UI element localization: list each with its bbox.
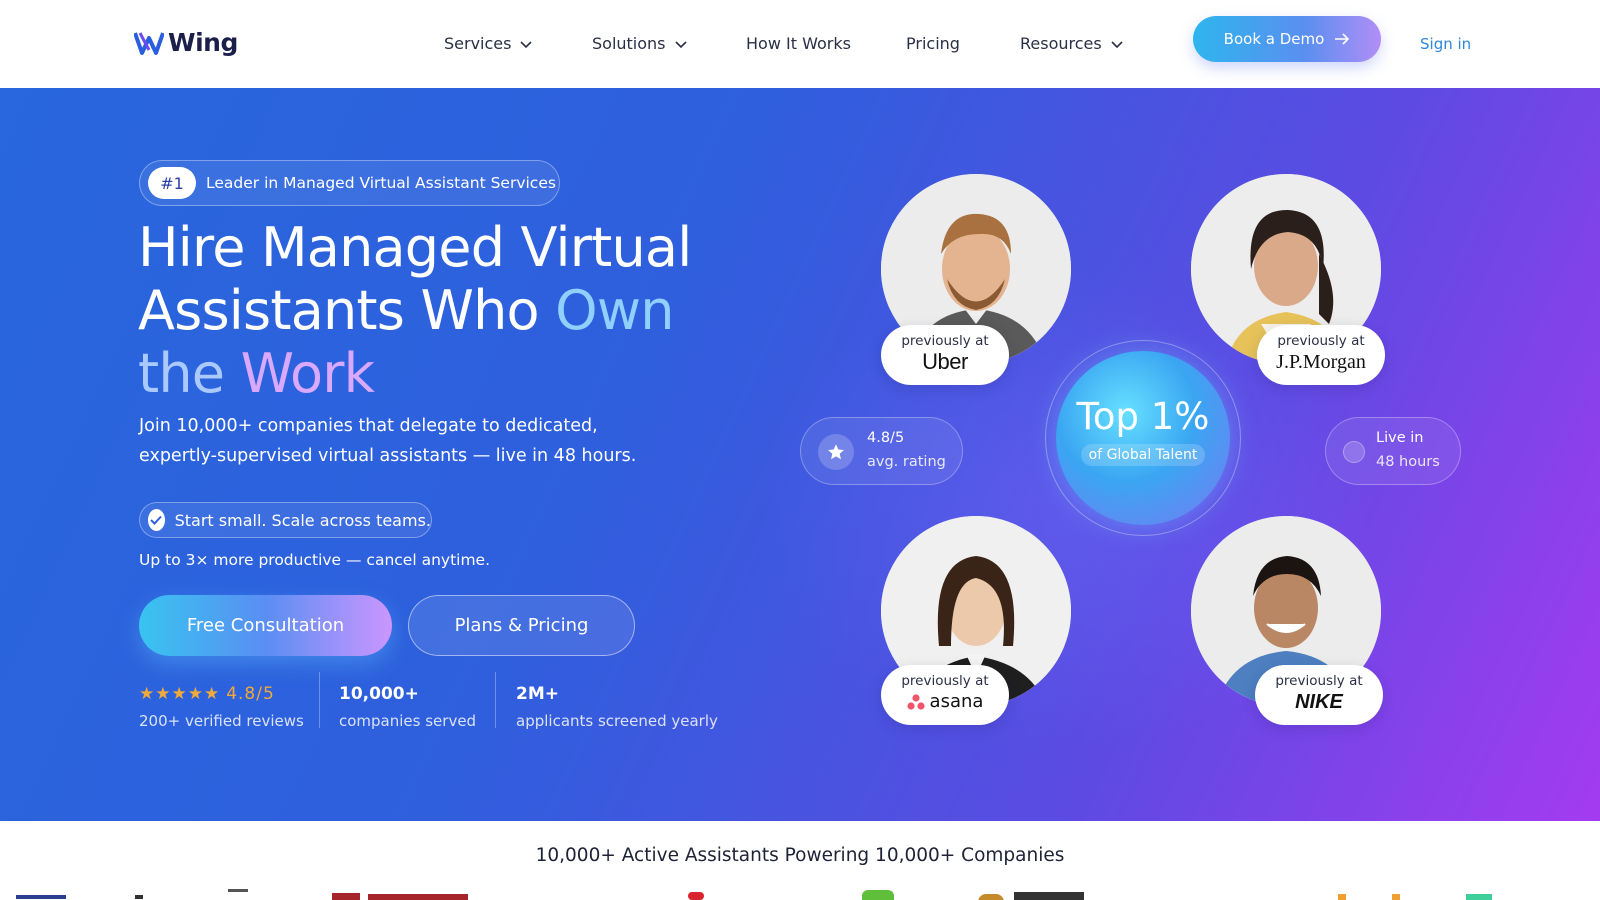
previously-at-label: previously at <box>901 673 989 689</box>
top-navigation: Wing Services Solutions How It Works Pri… <box>0 0 1600 88</box>
nav-pricing[interactable]: Pricing <box>906 34 960 53</box>
asana-logo: asana <box>881 691 1009 713</box>
stat-applicants-value: 2M+ <box>516 684 559 704</box>
stat-applicants-label: applicants screened yearly <box>516 712 718 730</box>
live-chip-title: Live in <box>1376 430 1424 446</box>
badge-text: Leader in Managed Virtual Assistant Serv… <box>206 174 556 192</box>
subtitle-line-1: Join 10,000+ companies that delegate to … <box>139 416 598 436</box>
previously-at-jpmorgan: previously at J.P.Morgan <box>1257 325 1385 385</box>
uber-logo: Uber <box>922 349 968 374</box>
chevron-down-icon <box>674 40 687 48</box>
headline-line-3: the Work <box>138 342 758 405</box>
stat-divider <box>319 672 320 728</box>
nav-services-label: Services <box>444 34 512 53</box>
customer-logo <box>862 890 894 900</box>
top-talent-badge: Top 1% of Global Talent <box>1056 351 1230 525</box>
customer-logo <box>228 889 248 892</box>
nav-services[interactable]: Services <box>444 34 533 53</box>
nav-how-it-works-label: How It Works <box>746 34 851 53</box>
nav-resources-label: Resources <box>1020 34 1102 53</box>
free-consultation-button[interactable]: Free Consultation <box>139 595 392 656</box>
live-chip: Live in 48 hours <box>1325 417 1461 485</box>
rating-chip-value: 4.8/5 <box>867 430 905 446</box>
customer-logo <box>1014 892 1084 900</box>
star-icon <box>818 434 854 470</box>
customer-logo <box>978 894 1004 900</box>
headline-line-2: Assistants Who Own <box>138 279 758 342</box>
previously-at-uber: previously at Uber <box>881 325 1009 385</box>
asana-dots-icon <box>906 694 925 710</box>
stat-companies: 10,000+ companies served <box>339 684 476 730</box>
customer-logo-row <box>0 887 1600 900</box>
previously-at-asana: previously at asana <box>881 665 1009 725</box>
previously-at-label: previously at <box>901 333 989 349</box>
stat-applicants: 2M+ applicants screened yearly <box>516 684 718 730</box>
hero-stats: ★★★★★ 4.8/5 200+ verified reviews 10,000+… <box>139 672 739 738</box>
jpmorgan-logo: J.P.Morgan <box>1276 351 1366 373</box>
arrow-right-icon <box>1335 33 1350 45</box>
productivity-note: Up to 3× more productive — cancel anytim… <box>139 551 491 569</box>
previously-at-label: previously at <box>1275 673 1363 689</box>
stat-rating: ★★★★★ 4.8/5 200+ verified reviews <box>139 684 304 730</box>
hero-section: #1 Leader in Managed Virtual Assistant S… <box>0 88 1600 821</box>
live-chip-value: 48 hours <box>1376 454 1440 470</box>
customer-logo <box>1392 894 1400 900</box>
subtitle-line-2: expertly-supervised virtual assistants —… <box>139 446 637 466</box>
stat-rating-label: 200+ verified reviews <box>139 712 304 730</box>
headline-work: Work <box>240 342 375 405</box>
top-talent-subtitle: of Global Talent <box>1080 444 1206 466</box>
rating-chip: 4.8/5 avg. rating <box>800 417 963 485</box>
customer-logo <box>332 893 360 900</box>
top-talent-title: Top 1% <box>1076 395 1210 438</box>
headline-own: Own <box>555 279 674 342</box>
plans-pricing-button[interactable]: Plans & Pricing <box>408 595 635 656</box>
rating-chip-label: avg. rating <box>867 454 946 470</box>
stat-companies-value: 10,000+ <box>339 684 419 704</box>
headline-the: the <box>138 342 225 405</box>
nav-solutions-label: Solutions <box>592 34 666 53</box>
chevron-down-icon <box>520 40 533 48</box>
scale-text: Start small. Scale across teams. <box>174 510 431 530</box>
book-demo-button[interactable]: Book a Demo <box>1193 16 1381 62</box>
asana-wordmark: asana <box>929 691 984 712</box>
stat-rating-value: ★★★★★ 4.8/5 <box>139 684 304 704</box>
star-rating-icons: ★★★★★ <box>139 684 221 704</box>
customer-logo <box>1338 894 1346 900</box>
nike-logo: NIKE <box>1295 691 1343 713</box>
chevron-down-icon <box>1111 40 1123 48</box>
previously-at-label: previously at <box>1277 333 1365 349</box>
book-demo-label: Book a Demo <box>1223 30 1325 48</box>
customer-logo <box>135 895 143 899</box>
hero-headline: Hire Managed Virtual Assistants Who Own … <box>138 216 758 405</box>
nav-pricing-label: Pricing <box>906 34 960 53</box>
headline-assistants-who: Assistants Who <box>138 279 540 342</box>
previously-at-nike: previously at NIKE <box>1255 665 1383 725</box>
customer-logos-section: 10,000+ Active Assistants Powering 10,00… <box>0 821 1600 900</box>
nav-how-it-works[interactable]: How It Works <box>746 34 851 53</box>
hero-subtitle: Join 10,000+ companies that delegate to … <box>139 411 659 471</box>
check-icon <box>148 509 165 531</box>
scale-pill: Start small. Scale across teams. <box>139 502 432 538</box>
customer-logo <box>688 892 704 900</box>
leader-badge: #1 Leader in Managed Virtual Assistant S… <box>139 160 560 206</box>
customer-logo <box>1466 894 1492 900</box>
customer-logos-title: 10,000+ Active Assistants Powering 10,00… <box>535 845 1065 866</box>
stat-divider <box>495 672 496 728</box>
stat-companies-label: companies served <box>339 712 477 730</box>
headline-line-1: Hire Managed Virtual <box>138 216 692 279</box>
nav-solutions[interactable]: Solutions <box>592 34 688 53</box>
sign-in-link[interactable]: Sign in <box>1420 35 1471 53</box>
nav-resources[interactable]: Resources <box>1020 34 1124 53</box>
customer-logo <box>368 894 468 900</box>
customer-logo <box>16 895 66 899</box>
stat-rating-number: 4.8/5 <box>226 684 275 704</box>
badge-rank: #1 <box>148 167 196 199</box>
clock-icon <box>1343 441 1365 463</box>
